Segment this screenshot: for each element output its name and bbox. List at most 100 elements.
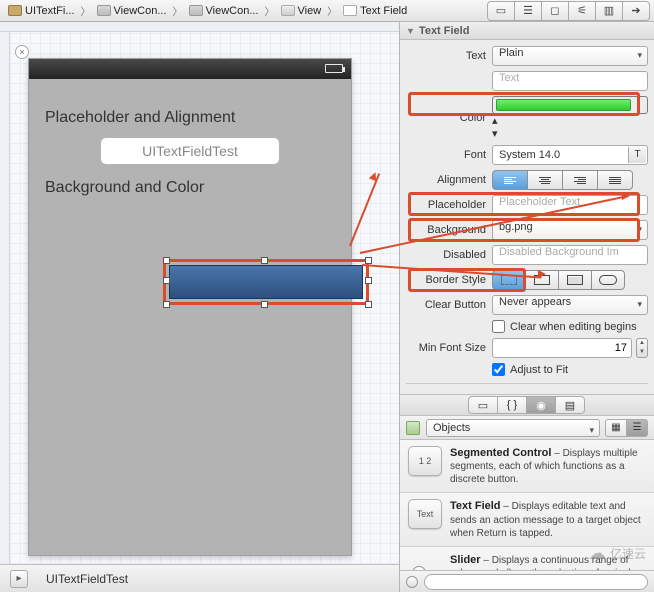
font-label: Font [406, 149, 486, 161]
bc-label: ViewCon... [114, 5, 167, 17]
resize-handle[interactable] [365, 301, 372, 308]
resize-handle[interactable] [163, 277, 170, 284]
inspector-body: Text Plain Text Color ▴▾ Font System 14.… [400, 40, 654, 394]
library-item[interactable]: Text Text Field – Displays editable text… [400, 493, 654, 546]
adjust-fit-checkbox[interactable] [492, 363, 505, 376]
border-rounded-button[interactable] [591, 270, 625, 290]
xib-icon [189, 5, 203, 16]
resize-handle[interactable] [163, 257, 170, 264]
ruler-vertical [0, 22, 10, 564]
color-stepper[interactable]: ▴▾ [492, 114, 648, 140]
resize-handle[interactable] [261, 257, 268, 264]
attributes-inspector-tab[interactable]: ⚟ [568, 1, 596, 21]
status-bar [29, 59, 351, 79]
text-type-select[interactable]: Plain [492, 46, 648, 66]
grid-view-button[interactable]: ▦ [605, 419, 627, 437]
resize-handle[interactable] [365, 277, 372, 284]
sliders-icon: ⚟ [577, 4, 587, 17]
clear-editing-label: Clear when editing begins [510, 321, 637, 333]
chevron-right-icon: 〉 [327, 3, 337, 18]
border-style-label: Border Style [406, 274, 486, 286]
align-right-button[interactable] [562, 170, 598, 190]
canvas-footer: ▸ UITextFieldTest [0, 564, 399, 592]
connections-inspector-tab[interactable]: ➔ [622, 1, 650, 21]
border-bezel-icon [567, 275, 583, 285]
breadcrumb-bar: UITextFi... 〉 ViewCon... 〉 ViewCon... 〉 … [0, 0, 654, 22]
clear-editing-checkbox[interactable] [492, 320, 505, 333]
bc-item-4[interactable]: Text Field [339, 5, 411, 17]
resize-handle[interactable] [163, 301, 170, 308]
align-left-button[interactable] [492, 170, 528, 190]
font-field[interactable]: System 14.0 T [492, 145, 648, 165]
size-inspector-tab[interactable]: ▥ [595, 1, 623, 21]
lib-tab-file[interactable]: ▭ [468, 396, 498, 414]
arrow-icon: ➔ [631, 4, 640, 17]
section-label-1: Placeholder and Alignment [45, 109, 335, 127]
placeholder-input[interactable]: Placeholder Text [492, 195, 648, 215]
border-bezel-button[interactable] [558, 270, 592, 290]
resize-handle[interactable] [365, 257, 372, 264]
help-inspector-tab[interactable]: ☰ [514, 1, 542, 21]
bc-item-3[interactable]: View [277, 5, 326, 17]
disabled-bg-input[interactable]: Disabled Background Im [492, 245, 648, 265]
lib-tab-code[interactable]: { } [497, 396, 527, 414]
disclosure-triangle-icon: ▼ [406, 26, 415, 36]
align-center-button[interactable] [527, 170, 563, 190]
border-line-button[interactable] [525, 270, 559, 290]
bc-item-0[interactable]: UITextFi... [4, 5, 79, 17]
color-well[interactable] [492, 96, 648, 114]
clear-button-select[interactable]: Never appears [492, 295, 648, 315]
canvas-column: × Placeholder and Alignment UITextFieldT… [0, 22, 400, 592]
section-label-2: Background and Color [45, 179, 335, 197]
border-rounded-icon [599, 275, 617, 285]
inspector-tabs: ▭ ☰ ◻ ⚟ ▥ ➔ [488, 1, 650, 21]
footer-label: UITextFieldTest [46, 572, 128, 586]
background-label: Background [406, 224, 486, 236]
min-font-label: Min Font Size [406, 342, 486, 354]
text-label: Text [406, 50, 486, 62]
textfield-bg-selected[interactable] [169, 265, 363, 299]
library-scope-select[interactable]: Objects [426, 419, 600, 437]
bc-item-2[interactable]: ViewCon... [185, 5, 263, 17]
chevron-right-icon: 〉 [81, 3, 91, 18]
library-view-toggle: ▦ ☰ [606, 419, 648, 437]
library-footer [400, 570, 654, 592]
library-detail-button[interactable] [406, 576, 418, 588]
bc-label: UITextFi... [25, 5, 75, 17]
disabled-label: Disabled [406, 249, 486, 261]
align-justify-button[interactable] [597, 170, 633, 190]
canvas[interactable]: × Placeholder and Alignment UITextFieldT… [0, 22, 399, 564]
ruler-horizontal [0, 22, 399, 32]
toggle-outline-button[interactable]: ▸ [10, 570, 28, 588]
lib-tab-media[interactable]: ▤ [555, 396, 585, 414]
color-label: Color [406, 112, 486, 124]
library-item[interactable]: Slider – Displays a continuous range of … [400, 547, 654, 570]
identity-inspector-tab[interactable]: ◻ [541, 1, 569, 21]
list-view-button[interactable]: ☰ [626, 419, 648, 437]
ruler-icon: ▥ [604, 4, 614, 17]
textfield-rounded[interactable]: UITextFieldTest [100, 137, 280, 165]
library-search-input[interactable] [424, 574, 648, 590]
inspector-header[interactable]: ▼ Text Field [400, 22, 654, 40]
min-font-stepper[interactable]: ▲▼ [636, 338, 648, 358]
border-none-button[interactable] [492, 270, 526, 290]
min-font-input[interactable] [492, 338, 632, 358]
library-item[interactable]: 1 2 Segmented Control – Displays multipl… [400, 440, 654, 493]
resize-handle[interactable] [261, 301, 268, 308]
device-view[interactable]: × Placeholder and Alignment UITextFieldT… [28, 58, 352, 556]
font-value: System 14.0 [499, 149, 560, 161]
library-list[interactable]: 1 2 Segmented Control – Displays multipl… [400, 440, 654, 570]
inspector-title: Text Field [419, 25, 470, 37]
library-books-icon[interactable] [406, 421, 420, 435]
chevron-right-icon: 〉 [173, 3, 183, 18]
bc-item-1[interactable]: ViewCon... [93, 5, 171, 17]
inspector-column: ▼ Text Field Text Plain Text Color ▴▾ Fo… [400, 22, 654, 592]
textfield-thumb-icon: Text [408, 499, 442, 529]
file-inspector-tab[interactable]: ▭ [487, 1, 515, 21]
background-select[interactable]: bg.png [492, 220, 648, 240]
close-scene-button[interactable]: × [15, 45, 29, 59]
lib-tab-objects[interactable]: ◉ [526, 396, 556, 414]
font-picker-button[interactable]: T [628, 147, 646, 163]
chevron-right-icon: 〉 [265, 3, 275, 18]
text-value-input[interactable]: Text [492, 71, 648, 91]
